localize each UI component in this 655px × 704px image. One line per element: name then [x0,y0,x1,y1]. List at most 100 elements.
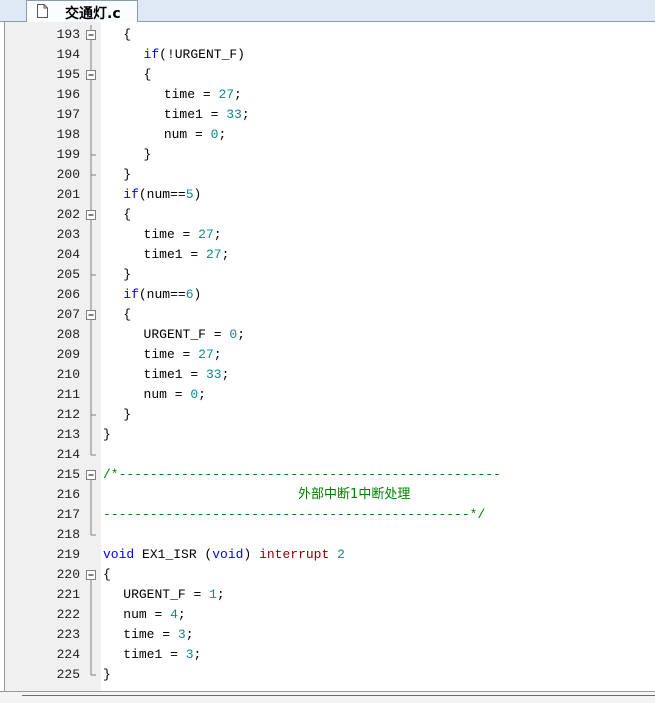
code-token: { [123,307,132,322]
code-token: if [143,47,160,62]
code-text: num = 0; [144,385,206,405]
code-line[interactable]: 208 URGENT_F = 0; [0,325,655,345]
code-token: 6 [185,287,194,302]
tab-file[interactable]: 交通灯.c [26,0,138,22]
code-line[interactable]: 199} [0,145,655,165]
code-text: /*--------------------------------------… [103,465,501,485]
fold-guide-icon [90,185,92,205]
code-line[interactable]: 225} [0,665,655,685]
code-line[interactable]: 197 time1 = 33; [0,105,655,125]
code-token: ; [218,127,227,142]
code-line[interactable]: 210 time1 = 33; [0,365,655,385]
fold-guide-icon [90,625,92,645]
code-token: time1 = [163,107,227,122]
code-text: if(num==5) [123,185,201,205]
code-token: void [103,547,135,562]
fold-guide-icon [90,405,96,425]
fold-collapse-icon[interactable] [84,65,101,85]
line-number: 199 [56,147,80,162]
code-line[interactable]: 194 if(!URGENT_F) [0,45,655,65]
fold-collapse-icon[interactable] [84,305,101,325]
code-token: if [123,287,139,302]
code-text: time = 27; [164,85,242,105]
code-line[interactable]: 202 { [0,205,655,225]
code-text: } [103,425,111,445]
code-token: 33 [226,107,242,122]
fold-guide-icon [90,605,92,625]
code-token: URGENT_F = [143,327,230,342]
code-token: ; [193,647,202,662]
line-number: 206 [56,287,80,302]
code-editor[interactable]: 193{194 if(!URGENT_F) 195{196 time = 27; 197… [0,22,655,691]
code-line[interactable]: 203 time = 27; [0,225,655,245]
code-token: 0 [190,387,199,402]
code-line[interactable]: 214 [0,445,655,465]
code-line[interactable]: 200} [0,165,655,185]
code-text: } [144,145,152,165]
code-token: } [123,167,132,182]
code-line[interactable]: 220 { [0,565,655,585]
code-text: time1 = 27; [144,245,230,265]
line-number: 213 [56,427,80,442]
line-number: 203 [56,227,80,242]
fold-guide-icon [90,125,92,145]
code-text: time1 = 3; [123,645,201,665]
code-token: 3 [185,647,194,662]
code-line[interactable]: 207 { [0,305,655,325]
code-line[interactable]: 215 /*-----------------------------------… [0,465,655,485]
fold-guide-icon [90,45,92,65]
code-line[interactable]: 196 time = 27; [0,85,655,105]
code-text: if(num==6) [123,285,201,305]
code-text: } [123,265,131,285]
code-line[interactable]: 224 time1 = 3; [0,645,655,665]
code-token: 4 [170,607,178,622]
fold-collapse-icon[interactable] [84,565,101,585]
code-line[interactable]: 198 num = 0; [0,125,655,145]
code-line[interactable]: 193 { [0,25,655,45]
line-number: 204 [56,247,80,262]
fold-guide-icon [90,265,96,285]
fold-collapse-icon[interactable] [84,25,101,45]
code-token: (num== [138,287,186,302]
code-token: 27 [198,347,214,362]
code-line[interactable]: 217 -------------------------------------… [0,505,655,525]
code-text: ----------------------------------------… [103,505,485,525]
code-line[interactable]: 223 time = 3; [0,625,655,645]
line-number: 202 [56,207,80,222]
fold-collapse-icon[interactable] [84,465,101,485]
fold-guide-icon [90,585,92,605]
code-token: 1 [209,587,217,602]
line-number: 212 [56,407,80,422]
code-line[interactable]: 216 外部中断1中断处理 [0,485,655,505]
code-line[interactable]: 206 if(num==6) [0,285,655,305]
line-number: 210 [56,367,80,382]
code-line[interactable]: 212} [0,405,655,425]
code-line[interactable]: 204 time1 = 27; [0,245,655,265]
code-line[interactable]: 218 [0,525,655,545]
code-token: ; [221,367,230,382]
code-text: } [103,665,111,685]
code-line[interactable]: 221 URGENT_F = 1; [0,585,655,605]
fold-collapse-icon[interactable] [84,205,101,225]
code-line[interactable]: 213} [0,425,655,445]
fold-guide-icon [90,325,92,345]
code-token: if [123,187,139,202]
code-token: { [103,567,111,582]
code-line[interactable]: 201 if(num==5) [0,185,655,205]
fold-guide-icon [90,285,92,305]
code-line[interactable]: 222 num = 4; [0,605,655,625]
code-line[interactable]: 219 void EX1_ISR (void) interrupt 2 [0,545,655,565]
code-token: num = [163,127,211,142]
fold-guide-icon [90,365,92,385]
code-token: ; [213,227,222,242]
code-line[interactable]: 195 { [0,65,655,85]
code-text: time = 27; [144,225,222,245]
code-token: ; [185,627,194,642]
code-line[interactable]: 205} [0,265,655,285]
horizontal-scrollbar[interactable] [0,691,655,703]
code-line[interactable]: 211 num = 0; [0,385,655,405]
code-token: ; [216,587,225,602]
code-text: { [123,305,131,325]
code-line[interactable]: 209 time = 27; [0,345,655,365]
editor-frame: 193{194 if(!URGENT_F) 195{196 time = 27; 197… [0,22,655,703]
